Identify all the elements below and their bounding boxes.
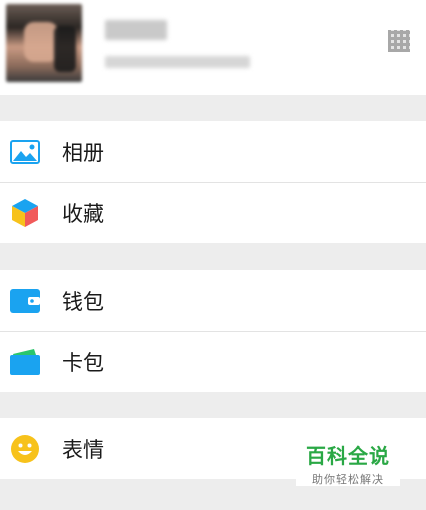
menu-item-cards[interactable]: 卡包 (0, 331, 426, 392)
menu-label: 相册 (62, 140, 104, 165)
qr-code-icon[interactable] (388, 30, 410, 52)
card-holder-icon (10, 347, 40, 377)
wechat-id-redacted (105, 56, 250, 68)
menu-group-1: 相册 收藏 (0, 121, 426, 243)
menu-label: 表情 (62, 437, 104, 462)
menu-label: 钱包 (62, 289, 104, 314)
menu-label: 收藏 (62, 201, 104, 226)
menu-group-2: 钱包 卡包 (0, 270, 426, 392)
avatar[interactable] (6, 4, 82, 82)
smiley-icon (10, 434, 40, 464)
menu-item-wallet[interactable]: 钱包 (0, 270, 426, 331)
favorites-cube-icon (10, 198, 40, 228)
menu-item-favorites[interactable]: 收藏 (0, 182, 426, 243)
watermark-subtitle: 助你轻松解决 (312, 473, 384, 486)
menu-label: 卡包 (62, 350, 104, 375)
wallet-icon (10, 286, 40, 316)
nickname-redacted (105, 20, 167, 40)
menu-item-album[interactable]: 相册 (0, 121, 426, 182)
profile-header[interactable] (0, 0, 426, 95)
album-icon (10, 137, 40, 167)
watermark-title: 百科全说 (306, 444, 390, 468)
watermark-logo: 百科全说 助你轻松解决 (296, 438, 400, 486)
